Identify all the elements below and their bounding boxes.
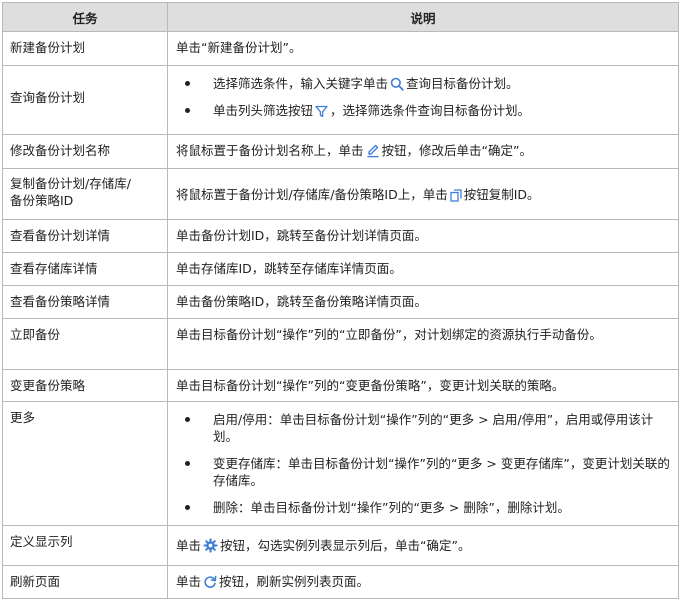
table-row: 查看备份策略详情 单击备份策略ID，跳转至备份策略详情页面。 — [2, 285, 679, 319]
table-row: 更多 启用/停用：单击目标备份计划“操作”列的“更多 > 启用/停用”，启用或停… — [2, 401, 679, 526]
task-cell: 立即备份 — [2, 318, 168, 370]
gear-icon — [203, 538, 218, 553]
table-row: 查询备份计划 选择筛选条件，输入关键字单击 查询目标备份计划。 单击列头筛选按钮 ，… — [2, 65, 679, 135]
task-cell: 定义显示列 — [2, 525, 168, 566]
list-item-text: 选择筛选条件，输入关键字单击 — [213, 76, 389, 91]
list-item-text: 单击列头筛选按钮 — [213, 103, 314, 118]
description-cell: 单击目标备份计划“操作”列的“变更备份策略”，变更计划关联的策略。 — [167, 369, 679, 402]
list-item: 启用/停用：单击目标备份计划“操作”列的“更多 > 启用/停用”，启用或停用该计… — [176, 411, 670, 445]
table-row: 查看备份计划详情 单击备份计划ID，跳转至备份计划详情页面。 — [2, 219, 679, 253]
description-text: 单击 — [176, 538, 202, 553]
table-row: 变更备份策略 单击目标备份计划“操作”列的“变更备份策略”，变更计划关联的策略。 — [2, 369, 679, 402]
task-cell: 查询备份计划 — [2, 65, 168, 135]
task-cell: 修改备份计划名称 — [2, 134, 168, 169]
bullet-list: 启用/停用：单击目标备份计划“操作”列的“更多 > 启用/停用”，启用或停用该计… — [176, 411, 670, 516]
list-item: 删除：单击目标备份计划“操作”列的“更多 > 删除”，删除计划。 — [176, 499, 670, 516]
description-cell: 选择筛选条件，输入关键字单击 查询目标备份计划。 单击列头筛选按钮 ，选择筛选条件查… — [167, 65, 679, 135]
task-cell: 查看备份策略详情 — [2, 285, 168, 319]
table-row: 修改备份计划名称 将鼠标置于备份计划名称上，单击 按钮，修改后单击“确定”。 — [2, 134, 679, 169]
task-cell: 变更备份策略 — [2, 369, 168, 402]
table-row: 立即备份 单击目标备份计划“操作”列的“立即备份”，对计划绑定的资源执行手动备份… — [2, 318, 679, 370]
description-cell: 单击目标备份计划“操作”列的“立即备份”，对计划绑定的资源执行手动备份。 — [167, 318, 679, 370]
list-item: 变更存储库：单击目标备份计划“操作”列的“更多 > 变更存储库”，变更计划关联的… — [176, 455, 670, 489]
description-text: 按钮，勾选实例列表显示列后，单击“确定”。 — [220, 538, 471, 553]
table-row: 查看存储库详情 单击存储库ID，跳转至存储库详情页面。 — [2, 252, 679, 286]
list-item-text: 查询目标备份计划。 — [406, 76, 519, 91]
task-cell: 更多 — [2, 401, 168, 526]
bullet-list: 选择筛选条件，输入关键字单击 查询目标备份计划。 单击列头筛选按钮 ，选择筛选条件查… — [176, 75, 670, 119]
list-item: 选择筛选条件，输入关键字单击 查询目标备份计划。 — [176, 75, 670, 92]
description-text: 将鼠标置于备份计划/存储库/备份策略ID上，单击 — [176, 186, 448, 202]
table-row: 新建备份计划 单击“新建备份计划”。 — [2, 31, 679, 66]
refresh-icon — [203, 575, 217, 589]
description-cell: 单击 按钮，刷新实例列表页面。 — [167, 565, 679, 599]
task-cell: 查看存储库详情 — [2, 252, 168, 286]
task-cell: 刷新页面 — [2, 565, 168, 599]
table-header-row: 任务 说明 — [2, 2, 679, 32]
description-text: 按钮，刷新实例列表页面。 — [219, 574, 370, 589]
task-cell: 新建备份计划 — [2, 31, 168, 66]
description-text: 按钮复制ID。 — [463, 186, 540, 202]
list-item-text: ，选择筛选条件查询目标备份计划。 — [330, 103, 531, 118]
search-icon — [390, 77, 404, 91]
description-cell: 单击备份策略ID，跳转至备份策略详情页面。 — [167, 285, 679, 319]
task-table: 任务 说明 新建备份计划 单击“新建备份计划”。 查询备份计划 选择筛选条件，输… — [2, 2, 679, 599]
list-item: 单击列头筛选按钮 ，选择筛选条件查询目标备份计划。 — [176, 102, 670, 119]
description-cell: 单击备份计划ID，跳转至备份计划详情页面。 — [167, 219, 679, 253]
description-cell: 将鼠标置于备份计划/存储库/备份策略ID上，单击 按钮复制ID。 — [167, 168, 679, 220]
table-row: 刷新页面 单击 按钮，刷新实例列表页面。 — [2, 565, 679, 599]
description-text: 按钮，修改后单击“确定”。 — [381, 143, 532, 158]
edit-icon — [366, 144, 380, 158]
copy-icon — [450, 188, 462, 202]
header-description: 说明 — [167, 2, 679, 32]
description-cell: 将鼠标置于备份计划名称上，单击 按钮，修改后单击“确定”。 — [167, 134, 679, 169]
description-cell: 单击存储库ID，跳转至存储库详情页面。 — [167, 252, 679, 286]
table-row: 复制备份计划/存储库/备份策略ID 将鼠标置于备份计划/存储库/备份策略ID上，… — [2, 168, 679, 220]
description-text: 将鼠标置于备份计划名称上，单击 — [176, 143, 364, 158]
task-cell: 查看备份计划详情 — [2, 219, 168, 253]
task-cell: 复制备份计划/存储库/备份策略ID — [2, 168, 168, 220]
description-cell: 启用/停用：单击目标备份计划“操作”列的“更多 > 启用/停用”，启用或停用该计… — [167, 401, 679, 526]
filter-icon — [315, 105, 328, 118]
description-text: 单击 — [176, 574, 202, 589]
table-row: 定义显示列 单击 按钮，勾选实例列表显示列后，单击“确定”。 — [2, 525, 679, 566]
description-cell: 单击 按钮，勾选实例列表显示列后，单击“确定”。 — [167, 525, 679, 566]
header-task: 任务 — [2, 2, 168, 32]
description-cell: 单击“新建备份计划”。 — [167, 31, 679, 66]
